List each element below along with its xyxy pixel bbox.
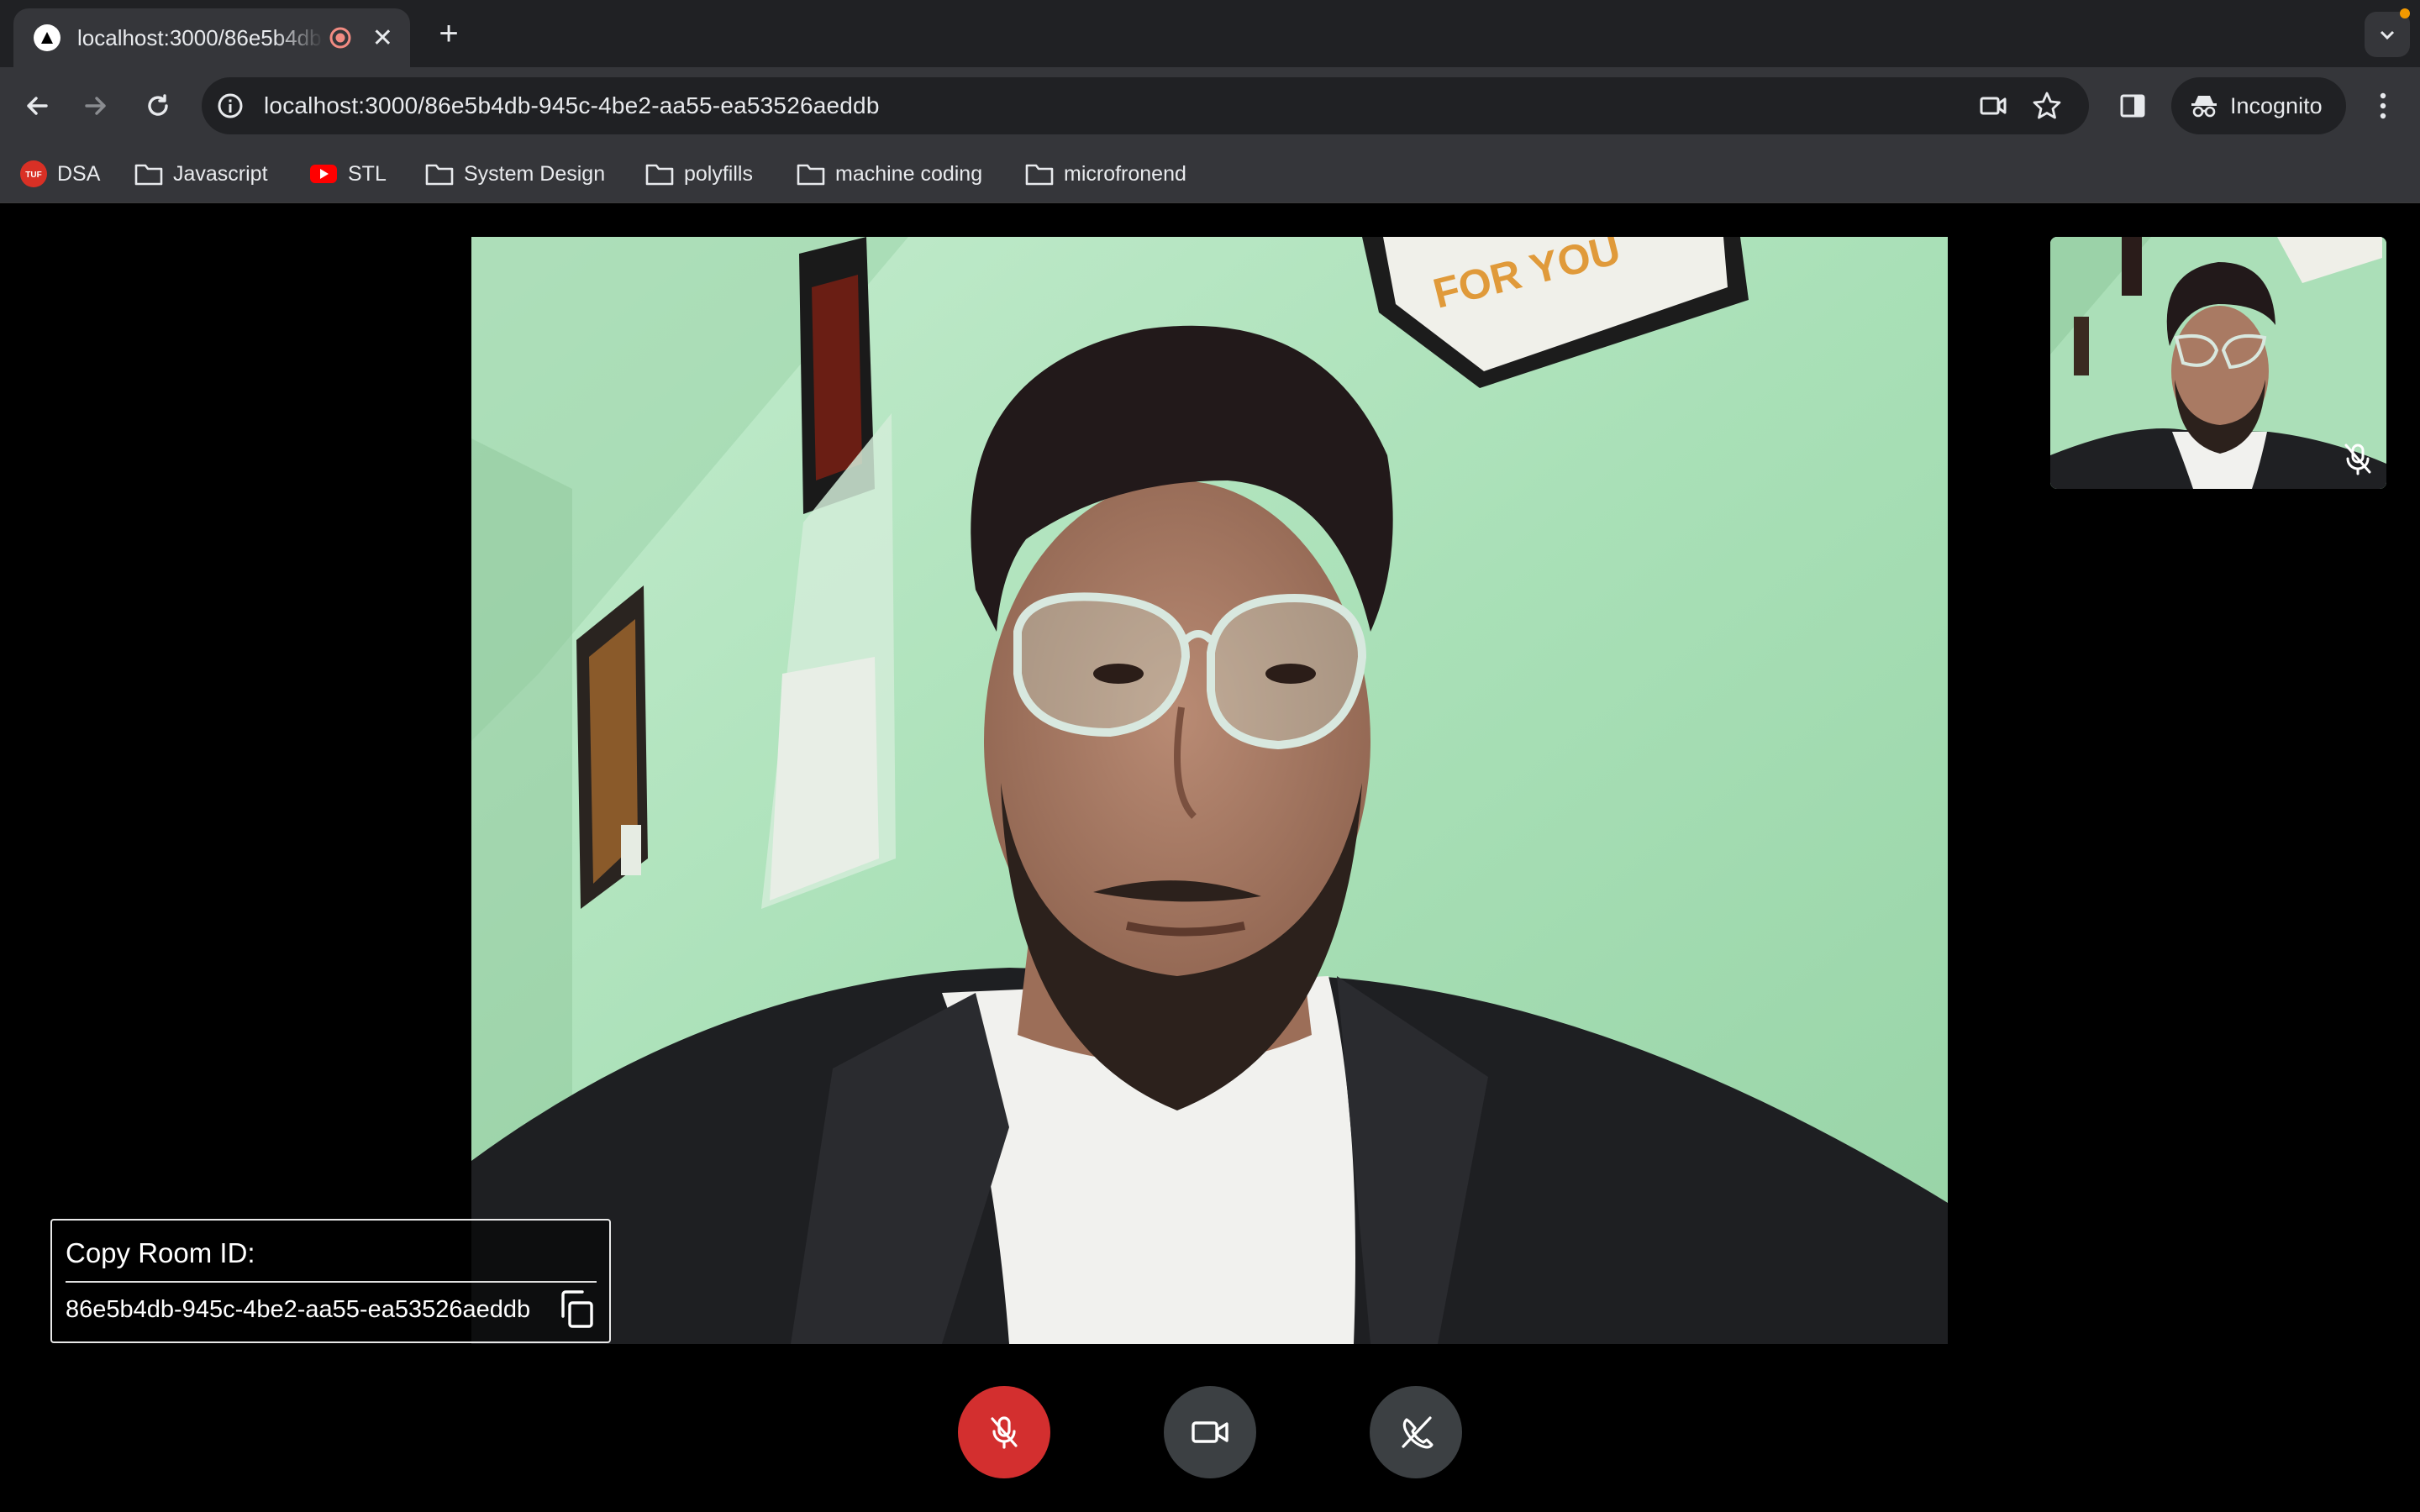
folder-icon xyxy=(645,161,674,186)
muted-mic-icon xyxy=(2344,444,2371,475)
tab-strip: localhost:3000/86e5b4db-945c-4be2-aa55-e… xyxy=(0,0,2420,67)
folder-icon xyxy=(134,161,163,186)
browser-menu-button[interactable] xyxy=(2361,84,2405,128)
bookmark-label: Javascript xyxy=(173,161,268,186)
browser-toolbar: localhost:3000/86e5b4db-945c-4be2-aa55-e… xyxy=(0,67,2420,144)
remote-video: FOR YOU xyxy=(471,237,1948,1344)
divider xyxy=(66,1281,597,1283)
notification-dot xyxy=(2400,8,2410,18)
back-button[interactable] xyxy=(15,84,59,128)
bookmark-stl[interactable]: STL xyxy=(309,156,387,192)
copy-icon[interactable] xyxy=(556,1288,597,1330)
room-id-value: 86e5b4db-945c-4be2-aa55-ea53526aeddb xyxy=(66,1296,531,1323)
bookmark-dsa[interactable]: TUF DSA xyxy=(20,156,100,192)
incognito-icon xyxy=(2191,96,2217,118)
bookmark-star-icon[interactable] xyxy=(2030,89,2064,123)
local-video-frame xyxy=(2050,237,2386,489)
bookmark-machine-coding[interactable]: machine coding xyxy=(797,156,982,192)
bookmark-microfronend[interactable]: microfronend xyxy=(1025,156,1186,192)
forward-button[interactable] xyxy=(74,84,118,128)
tab-close-icon[interactable]: ✕ xyxy=(371,24,395,53)
toggle-mic-button[interactable] xyxy=(958,1386,1050,1478)
bookmark-label: microfronend xyxy=(1064,161,1186,186)
bookmark-label: STL xyxy=(348,161,387,186)
chevron-down-icon xyxy=(2380,30,2395,40)
side-panel-button[interactable] xyxy=(2111,84,2154,128)
call-end-icon xyxy=(1402,1416,1434,1449)
end-call-button[interactable] xyxy=(1370,1386,1462,1478)
local-video-preview xyxy=(2050,237,2386,489)
bookmark-label: System Design xyxy=(464,161,606,186)
address-bar[interactable]: localhost:3000/86e5b4db-945c-4be2-aa55-e… xyxy=(202,77,2089,134)
camera-in-use-icon[interactable] xyxy=(1976,89,2010,123)
room-id-title: Copy Room ID: xyxy=(66,1237,255,1268)
incognito-label: Incognito xyxy=(2230,92,2323,118)
folder-icon xyxy=(797,161,825,186)
site-info-icon[interactable] xyxy=(213,89,247,123)
folder-icon xyxy=(1025,161,1054,186)
video-frame: FOR YOU xyxy=(471,237,1948,1344)
kebab-menu-icon xyxy=(2380,92,2386,119)
bookmark-label: machine coding xyxy=(835,161,983,186)
arrow-left-icon xyxy=(27,97,48,115)
reload-icon xyxy=(148,94,168,116)
mic-off-icon xyxy=(991,1416,1018,1449)
reload-button[interactable] xyxy=(136,84,180,128)
bookmarks-bar: TUF DSA Javascript STL System Design pol… xyxy=(0,144,2420,203)
browser-tab[interactable]: localhost:3000/86e5b4db-945c-4be2-aa55-e… xyxy=(13,8,410,67)
svg-text:TUF: TUF xyxy=(25,171,41,180)
url-text: localhost:3000/86e5b4db-945c-4be2-aa55-e… xyxy=(264,92,880,118)
toggle-camera-button[interactable] xyxy=(1164,1386,1256,1478)
tab-title: localhost:3000/86e5b4db-945c-4be2-aa55-e… xyxy=(77,24,324,50)
bookmark-label: polyfills xyxy=(684,161,753,186)
bookmark-system-design[interactable]: System Design xyxy=(425,156,605,192)
folder-icon xyxy=(425,161,454,186)
arrow-right-icon xyxy=(85,97,106,115)
youtube-icon xyxy=(309,163,338,185)
recording-icon xyxy=(329,27,351,49)
nextjs-favicon-icon xyxy=(34,24,60,51)
bookmark-javascript[interactable]: Javascript xyxy=(134,156,268,192)
side-panel-icon xyxy=(2120,94,2145,118)
incognito-indicator[interactable]: Incognito xyxy=(2171,77,2346,134)
room-id-panel: Copy Room ID: 86e5b4db-945c-4be2-aa55-ea… xyxy=(50,1219,611,1343)
video-camera-icon xyxy=(1192,1421,1228,1443)
bookmark-label: DSA xyxy=(57,161,101,186)
tuf-favicon-icon: TUF xyxy=(20,160,47,187)
bookmark-polyfills[interactable]: polyfills xyxy=(645,156,753,192)
new-tab-button[interactable]: + xyxy=(429,15,469,55)
tab-search-button[interactable] xyxy=(2365,12,2410,57)
